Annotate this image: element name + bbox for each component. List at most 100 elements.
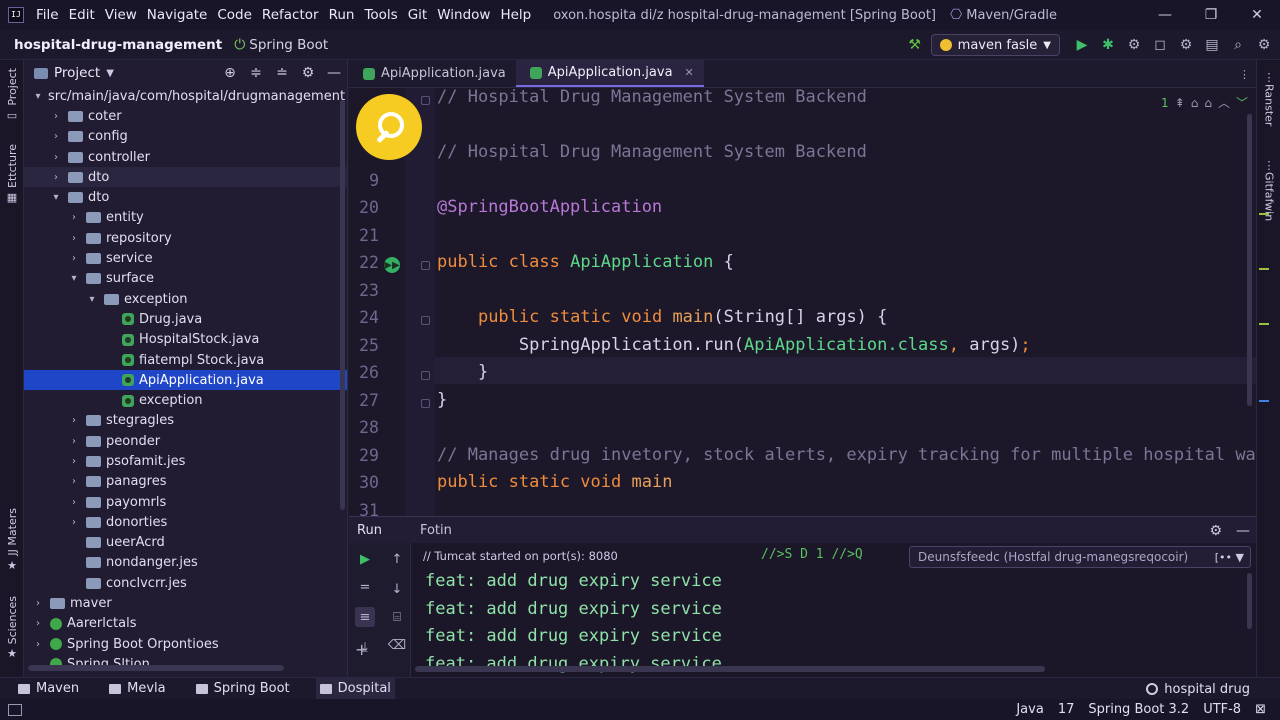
tree-item[interactable]: › panagres [24, 472, 347, 492]
tab-api-application-2[interactable]: ApiApplication.java ✕ [515, 60, 704, 87]
tree-item[interactable]: › controller [24, 147, 347, 167]
chevron-right-icon[interactable]: › [68, 436, 80, 447]
tool-maven[interactable]: Maven [14, 678, 83, 700]
code-line[interactable]: @SpringBootApplication [437, 197, 662, 217]
down-arrow-icon[interactable]: ↓ [387, 579, 407, 599]
code-line[interactable]: // Hospital Drug Management System Backe… [437, 88, 867, 107]
tab-run[interactable]: Run [357, 523, 382, 538]
menu-window[interactable]: Window [437, 7, 490, 23]
tree-item[interactable]: › maver [24, 593, 347, 613]
chevron-right-icon[interactable]: › [32, 618, 44, 629]
run-gutter-icon[interactable]: ▶▶ [384, 257, 400, 273]
menu-git[interactable]: Git [408, 7, 428, 23]
tree-item[interactable]: exception [24, 390, 347, 410]
expand-all-icon[interactable]: ≑ [247, 65, 265, 81]
fold-marker-icon[interactable] [421, 398, 430, 408]
tree-item[interactable]: › entity [24, 208, 347, 228]
tree-item[interactable]: › stegragles [24, 411, 347, 431]
build-hammer-icon[interactable]: ⚒ [905, 35, 925, 55]
options-gear-icon[interactable]: ⚙ [299, 65, 317, 81]
maven-tool-tab[interactable]: JJ Maters ★ [2, 508, 22, 572]
status-version[interactable]: 17 [1058, 702, 1075, 717]
framework-label[interactable]: Spring Boot [249, 37, 328, 53]
chevron-right-icon[interactable]: › [50, 152, 62, 163]
tree-item[interactable]: › Spring Boot Orpontioes [24, 634, 347, 654]
menu-file[interactable]: File [36, 7, 59, 23]
code-line[interactable]: public class ApiApplication { [437, 252, 734, 272]
magnifier-icon[interactable] [356, 94, 422, 160]
restore-button[interactable]: ❐ [1188, 0, 1234, 30]
tree-item[interactable]: ▾ src/main/java/com/hospital/drugmanageme… [24, 86, 347, 106]
console-vertical-scrollbar[interactable] [1247, 573, 1252, 629]
fold-marker-icon[interactable] [421, 261, 430, 270]
chevron-right-icon[interactable]: › [68, 415, 80, 426]
menu-navigate[interactable]: Navigate [147, 7, 208, 23]
tree-item[interactable]: HospitalStock.java [24, 330, 347, 350]
console-filter-select[interactable]: Deunsfsfeedc (Hostfal drug-manegsreqocoi… [909, 546, 1251, 568]
chevron-right-icon[interactable]: › [50, 111, 62, 122]
code-line[interactable]: // Hospital Drug Management System Backe… [437, 142, 867, 162]
tool-mevla[interactable]: Mevla [105, 678, 170, 700]
run-icon[interactable]: ▶ [1072, 35, 1092, 55]
chevron-down-icon[interactable]: ﹀ [1236, 94, 1248, 111]
tree-item[interactable]: › Aarerlctals [24, 614, 347, 634]
fold-marker-icon[interactable] [421, 371, 430, 380]
tabs-more-icon[interactable]: ⋮ [1239, 60, 1250, 88]
status-framework[interactable]: Spring Boot 3.2 [1088, 702, 1189, 717]
clear-icon[interactable]: ⌫ [387, 635, 407, 655]
tree-item[interactable]: fiatempl Stock.java [24, 350, 347, 370]
chevron-down-icon[interactable]: ▼ [106, 68, 114, 79]
minimize-button[interactable]: — [1142, 0, 1188, 30]
chevron-right-icon[interactable]: › [68, 212, 80, 223]
chevron-right-icon[interactable]: › [68, 517, 80, 528]
filter-glyphs[interactable]: //>S D 1 //>Q [761, 547, 863, 562]
chevron-right-icon[interactable]: › [32, 639, 44, 650]
marker-warning[interactable] [1259, 268, 1269, 270]
structure-tool-tab[interactable]: Ettcture ▦ [2, 144, 22, 204]
tree-item[interactable]: › payomrls [24, 492, 347, 512]
debug-icon[interactable]: ✱ [1098, 35, 1118, 55]
hide-panel-icon[interactable]: — [1236, 523, 1250, 539]
tab-second[interactable]: Fotin [420, 523, 452, 538]
status-language[interactable]: Java [1016, 702, 1043, 717]
menu-tools[interactable]: Tools [364, 7, 397, 23]
fold-marker-icon[interactable] [421, 316, 430, 325]
run-config-select[interactable]: maven fasle ▼ [930, 34, 1060, 56]
project-horizontal-scrollbar[interactable] [28, 665, 284, 671]
project-panel-title[interactable]: Project [54, 65, 100, 81]
tree-item[interactable]: ApiApplication.java [24, 370, 347, 391]
soft-wrap-icon[interactable]: ≡ [355, 607, 375, 627]
tree-item[interactable]: › donorties [24, 512, 347, 532]
console-output[interactable]: // Tumcat started on port(s): 8080 //>S … [411, 543, 1256, 677]
toggle-tool-windows-icon[interactable] [8, 703, 22, 716]
tool-dospital[interactable]: Dospital [315, 677, 395, 700]
add-icon[interactable]: + [355, 640, 368, 659]
status-encoding[interactable]: UTF-8 [1203, 702, 1241, 717]
right-tool-tab-2[interactable]: ⋮ Gitfafwin [1259, 156, 1279, 222]
tree-item[interactable]: › psofamit.jes [24, 451, 347, 471]
print-icon[interactable]: ⌸ [387, 607, 407, 627]
chevron-up-icon[interactable]: ︿ [1218, 94, 1230, 111]
stop-icon[interactable]: = [355, 577, 375, 597]
chevron-right-icon[interactable]: › [68, 233, 80, 244]
editor-vertical-scrollbar[interactable] [1247, 114, 1252, 406]
code-line[interactable]: } [437, 362, 488, 382]
chevron-right-icon[interactable]: › [68, 497, 80, 508]
tree-item[interactable]: › coter [24, 106, 347, 126]
tool-spring-boot[interactable]: Spring Boot [192, 678, 294, 700]
menu-help[interactable]: Help [500, 7, 531, 23]
project-name[interactable]: hospital-drug-management [14, 37, 222, 53]
tree-item[interactable]: Drug.java [24, 309, 347, 329]
close-window-button[interactable]: ✕ [1234, 0, 1280, 30]
code-line[interactable]: // Manages drug invetory, stock alerts, … [437, 445, 1256, 465]
fold-marker-icon[interactable] [421, 96, 430, 105]
inspection-widget[interactable]: 1 ⇞ ⌂ ⌂ ︿ ﹀ [1161, 94, 1248, 111]
up-arrow-icon[interactable]: ↑ [387, 549, 407, 569]
tree-item[interactable]: ▾ exception [24, 289, 347, 309]
lock-icon[interactable]: ⊠ [1255, 702, 1266, 717]
chevron-right-icon[interactable]: › [68, 476, 80, 487]
tree-item[interactable]: nondanger.jes [24, 553, 347, 573]
bottom-right-status[interactable]: hospital drug [1146, 678, 1250, 700]
settings-gear-icon[interactable]: ⚙ [1176, 35, 1196, 55]
right-tool-tab-1[interactable]: ⋮ Ranster [1259, 68, 1279, 127]
